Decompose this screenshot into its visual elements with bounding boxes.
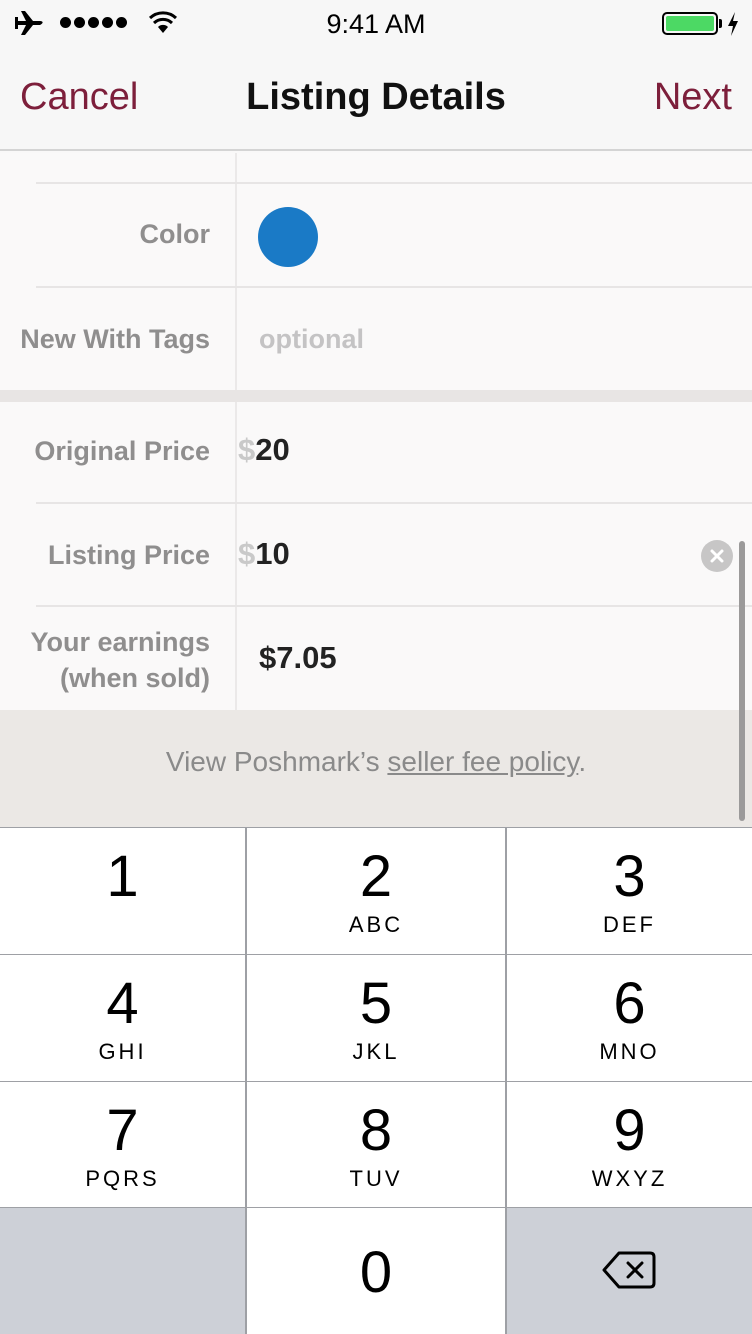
key-digit: 5 — [359, 971, 393, 1036]
status-time: 9:41 AM — [326, 9, 426, 39]
column-divider — [235, 504, 237, 607]
fee-note-prefix: View Poshmark’s — [165, 746, 388, 777]
clear-circle-icon[interactable] — [701, 540, 733, 572]
key-7[interactable]: 7 PQRS — [0, 1082, 245, 1207]
form-row-new-with-tags[interactable]: New With Tags optional — [0, 288, 752, 390]
key-letters: JKL — [352, 1039, 400, 1064]
key-3[interactable]: 3 DEF — [507, 828, 752, 954]
column-divider — [235, 607, 237, 710]
earnings-value: $7.05 — [259, 640, 337, 675]
form-row-partial — [0, 153, 752, 184]
battery-nub — [719, 19, 722, 28]
charging-bolt-icon — [728, 12, 738, 36]
next-button[interactable]: Next — [654, 76, 732, 119]
key-digit: 4 — [106, 971, 139, 1036]
key-letters: WXYZ — [591, 1166, 668, 1191]
key-letters: TUV — [349, 1166, 403, 1191]
original-price-input[interactable]: $20 — [238, 432, 290, 468]
key-letters: ABC — [348, 912, 404, 937]
earnings-label: Your earnings (when sold) — [0, 624, 210, 696]
key-digit: 7 — [106, 1098, 139, 1163]
backspace-key[interactable] — [507, 1208, 752, 1334]
form-row-earnings: Your earnings (when sold) $7.05 — [0, 607, 752, 710]
original-price-value: 20 — [255, 432, 290, 467]
column-divider — [235, 153, 237, 184]
key-2[interactable]: 2 ABC — [247, 828, 505, 954]
form-row-color[interactable]: Color — [0, 184, 752, 288]
key-letters: GHI — [98, 1039, 147, 1064]
listing-price-label: Listing Price — [47, 540, 210, 570]
color-label: Color — [139, 219, 211, 249]
key-digit: 8 — [359, 1098, 393, 1163]
key-digit: 1 — [106, 844, 139, 909]
nav-bar: Cancel Listing Details Next — [0, 48, 752, 151]
column-divider — [235, 288, 237, 390]
key-5[interactable]: 5 JKL — [247, 955, 505, 1081]
key-letters: PQRS — [85, 1166, 160, 1191]
numeric-keypad: 1 2 ABC 3 DEF 4 GHI 5 JKL 6 MNO 7 PQRS 8… — [0, 827, 752, 1334]
key-digit: 3 — [613, 844, 646, 909]
currency-symbol: $ — [238, 432, 256, 467]
key-4[interactable]: 4 GHI — [0, 955, 245, 1081]
scrollbar[interactable] — [739, 541, 745, 821]
key-blank — [0, 1208, 245, 1334]
new-with-tags-label: New With Tags — [20, 324, 210, 354]
key-digit: 9 — [613, 1098, 646, 1163]
key-6[interactable]: 6 MNO — [507, 955, 752, 1081]
seller-fee-policy-link[interactable]: seller fee policy — [387, 746, 578, 777]
key-9[interactable]: 9 WXYZ — [507, 1082, 752, 1207]
key-digit: 2 — [359, 844, 393, 909]
seller-fee-note: View Poshmark’s seller fee policy. — [0, 710, 752, 827]
fee-note-suffix: . — [578, 746, 587, 777]
battery-icon — [662, 12, 718, 35]
currency-symbol: $ — [238, 536, 256, 571]
new-with-tags-field[interactable]: optional — [259, 324, 364, 355]
key-digit: 0 — [359, 1240, 393, 1305]
key-letters: MNO — [599, 1039, 660, 1064]
form-row-original-price[interactable]: Original Price $20 — [0, 402, 752, 504]
column-divider — [235, 402, 237, 504]
original-price-label: Original Price — [34, 436, 210, 466]
backspace-icon — [602, 1251, 656, 1289]
status-bar: 9:41 AM — [0, 0, 752, 48]
cancel-button[interactable]: Cancel — [20, 76, 138, 119]
earnings-label-line1: Your earnings — [30, 627, 210, 657]
form-row-listing-price[interactable]: Listing Price $10 — [0, 504, 752, 607]
section-separator — [0, 390, 752, 402]
earnings-label-line2: (when sold) — [60, 663, 210, 693]
key-8[interactable]: 8 TUV — [247, 1082, 505, 1207]
color-swatch[interactable] — [258, 207, 318, 267]
listing-form: Color New With Tags optional Original Pr… — [0, 153, 752, 827]
key-digit: 6 — [613, 971, 646, 1036]
key-letters: DEF — [603, 912, 656, 937]
key-0[interactable]: 0 — [247, 1208, 505, 1334]
column-divider — [235, 184, 237, 288]
key-1[interactable]: 1 — [0, 828, 245, 954]
listing-price-input[interactable]: $10 — [238, 536, 290, 572]
listing-price-value: 10 — [255, 536, 290, 571]
